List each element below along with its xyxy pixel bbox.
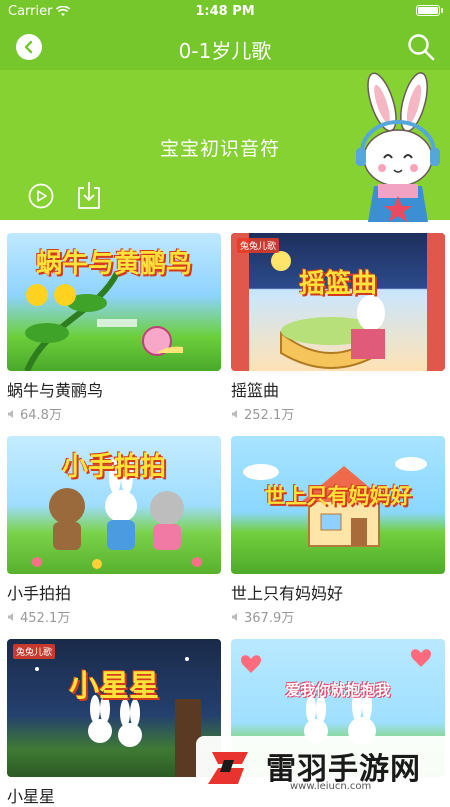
video-title: 小星星: [7, 787, 56, 806]
speaker-icon: [8, 409, 13, 418]
lullaby-scene-image: [231, 233, 445, 371]
video-card[interactable]: 蜗牛与黄鹂鸟 蜗牛与黄鹂鸟 64.8万: [7, 233, 221, 423]
navigation-bar: 0-1岁儿歌: [0, 22, 450, 70]
video-thumbnail[interactable]: 兔兔儿歌 小星星: [7, 639, 221, 777]
video-title: 小手拍拍: [7, 584, 72, 603]
play-count-value: 367.9万: [244, 611, 295, 626]
thumbnail-title: 蜗牛与黄鹂鸟: [35, 249, 192, 279]
play-count: 64.8万: [7, 404, 221, 423]
status-time: 1:48 PM: [195, 4, 255, 19]
video-card[interactable]: 兔兔儿歌 小星星 小星星: [7, 639, 221, 807]
video-card[interactable]: 世上只有妈妈好 世上只有妈妈好 367.9万: [231, 436, 445, 626]
video-thumbnail[interactable]: 小手拍拍: [7, 436, 221, 574]
brand-tag: 兔兔儿歌: [237, 238, 280, 253]
thumbnail-title: 世上只有妈妈好: [264, 484, 412, 508]
play-count: 252.1万: [231, 404, 445, 423]
play-count-value: 64.8万: [20, 408, 62, 423]
play-count: 452.1万: [7, 607, 221, 626]
play-count-value: 452.1万: [20, 611, 71, 626]
site-watermark: 雷羽手游网 www.leiucn.com: [196, 736, 450, 800]
video-title: 世上只有妈妈好: [231, 584, 344, 603]
battery-icon: [416, 5, 443, 16]
video-thumbnail[interactable]: 世上只有妈妈好: [231, 436, 445, 574]
video-card[interactable]: 小手拍拍 小手拍拍 452.1万: [7, 436, 221, 626]
thumbnail-title: 小星星: [69, 669, 159, 704]
bunny-mascot-image: [356, 72, 440, 222]
watermark-logo: [208, 752, 248, 784]
thumbnail-title: 爱我你就抱抱我: [285, 681, 391, 699]
watermark-url: www.leiucn.com: [290, 781, 372, 792]
video-title: 摇篮曲: [231, 381, 280, 400]
play-count-value: 252.1万: [244, 408, 295, 423]
video-thumbnail[interactable]: 兔兔儿歌 摇篮曲: [231, 233, 445, 371]
brand-tag: 兔兔儿歌: [13, 644, 56, 659]
banner-title: 宝宝初识音符: [160, 138, 281, 160]
search-icon[interactable]: [406, 32, 436, 62]
status-bar: Carrier 1:48 PM: [0, 0, 450, 22]
video-title: 蜗牛与黄鹂鸟: [7, 381, 104, 400]
play-all-button[interactable]: [28, 183, 54, 209]
speaker-icon: [8, 612, 13, 621]
video-card[interactable]: 兔兔儿歌 摇篮曲 摇篮曲 252.1万: [231, 233, 445, 423]
thumbnail-title: 小手拍拍: [61, 452, 166, 482]
page-title: 0-1岁儿歌: [178, 39, 272, 63]
video-thumbnail[interactable]: 蜗牛与黄鹂鸟: [7, 233, 221, 371]
download-button[interactable]: [76, 180, 102, 210]
top-bar: Carrier 1:48 PM 0-1岁儿歌: [0, 0, 450, 70]
little-star-scene-image: [35, 657, 201, 777]
speaker-icon: [232, 409, 237, 418]
play-count: 367.9万: [231, 607, 445, 626]
thumbnail-title: 摇篮曲: [298, 269, 377, 299]
speaker-icon: [232, 612, 237, 621]
